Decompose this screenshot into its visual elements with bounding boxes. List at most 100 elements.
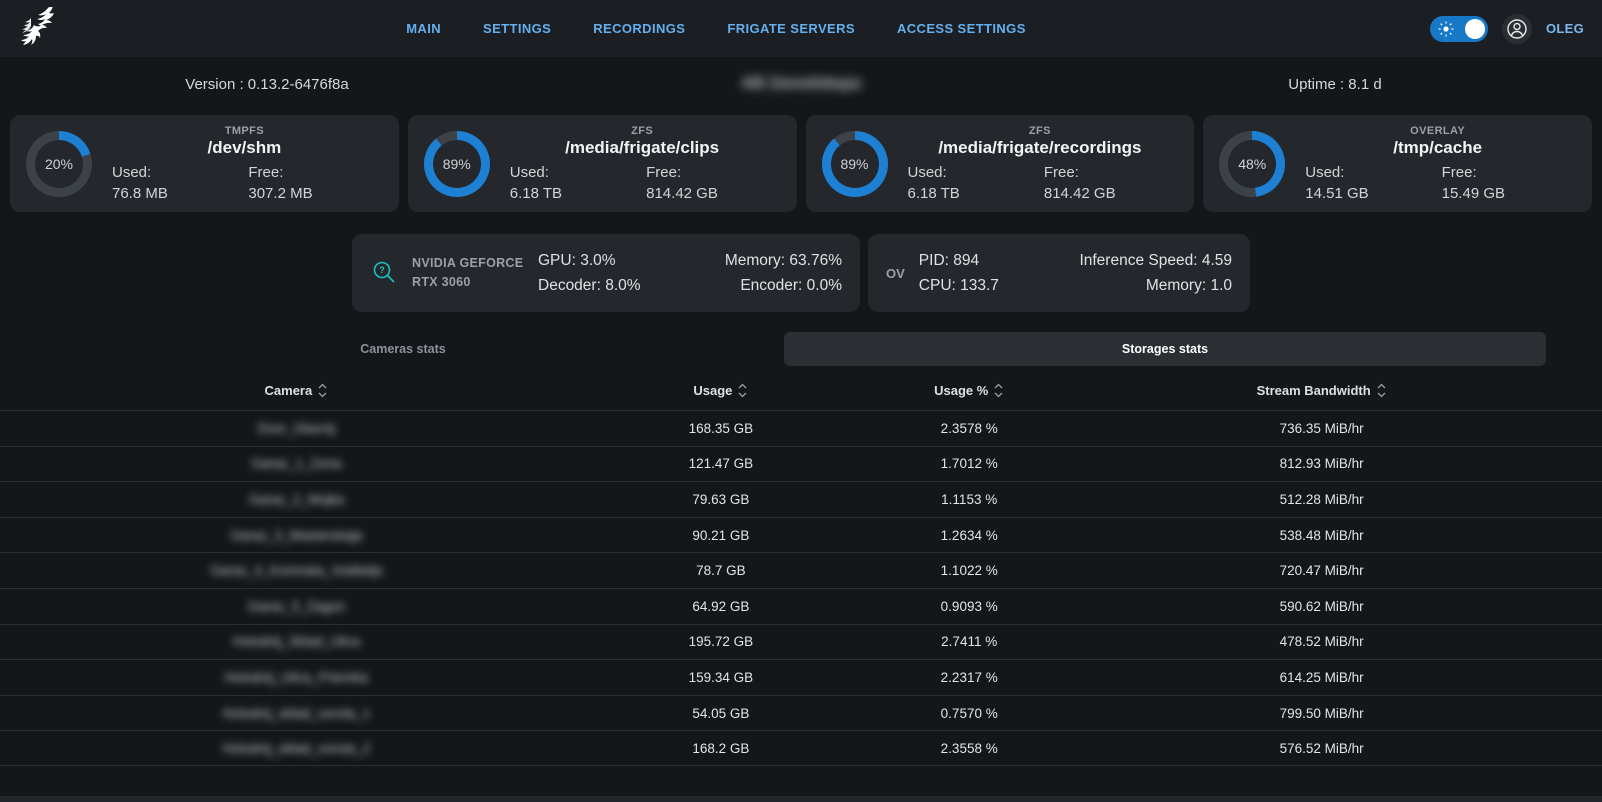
detector-stats-card: OV PID: 894 Inference Speed: 4.59 CPU: 1… (868, 234, 1250, 312)
usage-percent-cell: 0.9093 % (849, 599, 1089, 614)
donut-percent-label: 89% (433, 140, 481, 188)
camera-name-blurred: Holodnij_sklad_vorota_2 (0, 741, 593, 756)
storage-cards-row: 20% TMPFS /dev/shm Used: 76.8 MB Free: 3… (0, 115, 1602, 212)
usage-percent-cell: 2.7411 % (849, 634, 1089, 649)
gpu-usage-stat: GPU: 3.0% (538, 252, 690, 270)
fs-path-label: /dev/shm (106, 138, 383, 158)
column-header-usage[interactable]: Usage (593, 382, 849, 399)
fs-type-label: ZFS (504, 125, 781, 137)
detector-name-label: OV (886, 266, 905, 281)
fs-type-label: OVERLAY (1299, 125, 1576, 137)
usage-cell: 90.21 GB (593, 528, 849, 543)
detector-pid-stat: PID: 894 (919, 252, 1076, 270)
usage-percent-cell: 2.3578 % (849, 421, 1089, 436)
frigate-logo-icon (18, 7, 62, 53)
table-row: Garaz_3_Masterskaja90.21 GB1.2634 %538.4… (0, 517, 1602, 553)
column-label: Stream Bandwidth (1257, 383, 1371, 398)
free-value: 15.49 GB (1442, 185, 1570, 202)
sort-arrows-icon (993, 382, 1004, 399)
usage-percent-cell: 2.2317 % (849, 670, 1089, 685)
camera-name-blurred: Garaz_1_Zona (0, 456, 593, 471)
usage-percent-cell: 1.1022 % (849, 563, 1089, 578)
theme-toggle[interactable] (1430, 16, 1488, 42)
column-header-bandwidth[interactable]: Stream Bandwidth (1089, 382, 1554, 399)
free-label: Free: (248, 164, 376, 181)
bandwidth-cell: 538.48 MiB/hr (1089, 528, 1554, 543)
nav-settings[interactable]: SETTINGS (483, 21, 551, 36)
camera-name-blurred: Garaz_3_Masterskaja (0, 528, 593, 543)
storage-card-recordings: 89% ZFS /media/frigate/recordings Used: … (806, 115, 1195, 212)
donut-percent-label: 89% (831, 140, 879, 188)
user-menu-button[interactable] (1502, 14, 1532, 44)
server-title-blurred: AB Zavodskaya (741, 75, 860, 92)
table-row: Holodnij_Ulica_Priemka159.34 GB2.2317 %6… (0, 659, 1602, 695)
fs-type-label: ZFS (902, 125, 1179, 137)
usage-donut-chart: 89% (822, 131, 888, 197)
gpu-decoder-stat: Decoder: 8.0% (538, 277, 690, 295)
table-body: Dvor_Glavnij168.35 GB2.3578 %736.35 MiB/… (0, 410, 1602, 766)
column-label: Usage % (934, 383, 988, 398)
bandwidth-cell: 720.47 MiB/hr (1089, 563, 1554, 578)
username-label[interactable]: OLEG (1546, 21, 1584, 36)
gpu-memory-stat: Memory: 63.76% (690, 252, 842, 270)
version-label: Version : 0.13.2-6476f8a (0, 76, 534, 93)
free-label: Free: (1044, 164, 1172, 181)
gpu-encoder-stat: Encoder: 0.0% (690, 277, 842, 295)
column-header-camera[interactable]: Camera (0, 382, 593, 399)
fs-path-label: /media/frigate/clips (504, 138, 781, 158)
tab-cameras-stats[interactable]: Cameras stats (22, 332, 784, 366)
storage-card-tmpfs: 20% TMPFS /dev/shm Used: 76.8 MB Free: 3… (10, 115, 399, 212)
uptime-label: Uptime : 8.1 d (1068, 76, 1602, 93)
gpu-stats-card: ? NVIDIA GEFORCE RTX 3060 GPU: 3.0% Memo… (352, 234, 860, 312)
sort-arrows-icon (1376, 382, 1387, 399)
used-label: Used: (510, 164, 638, 181)
column-label: Usage (693, 383, 732, 398)
storage-card-cache: 48% OVERLAY /tmp/cache Used: 14.51 GB Fr… (1203, 115, 1592, 212)
usage-donut-chart: 20% (26, 131, 92, 197)
table-row: Holodnij_sklad_vorota_154.05 GB0.7570 %7… (0, 695, 1602, 731)
detector-inference-stat: Inference Speed: 4.59 (1075, 252, 1232, 270)
bandwidth-cell: 590.62 MiB/hr (1089, 599, 1554, 614)
used-label: Used: (1305, 164, 1433, 181)
nav-main[interactable]: MAIN (406, 21, 441, 36)
stats-tabs: Cameras stats Storages stats (22, 332, 1546, 366)
donut-percent-label: 48% (1228, 140, 1276, 188)
usage-cell: 168.35 GB (593, 421, 849, 436)
free-label: Free: (1442, 164, 1570, 181)
usage-percent-cell: 1.2634 % (849, 528, 1089, 543)
sun-icon (1438, 21, 1454, 37)
column-header-usage-percent[interactable]: Usage % (849, 382, 1089, 399)
usage-cell: 168.2 GB (593, 741, 849, 756)
usage-percent-cell: 1.1153 % (849, 492, 1089, 507)
bandwidth-cell: 812.93 MiB/hr (1089, 456, 1554, 471)
detector-cpu-stat: CPU: 133.7 (919, 277, 1076, 295)
usage-cell: 159.34 GB (593, 670, 849, 685)
magnifier-question-icon: ? (370, 259, 398, 287)
navbar-right-controls: OLEG (1430, 14, 1584, 44)
usage-percent-cell: 2.3558 % (849, 741, 1089, 756)
tab-storages-stats[interactable]: Storages stats (784, 332, 1546, 366)
free-value: 814.42 GB (1044, 185, 1172, 202)
free-value: 814.42 GB (646, 185, 774, 202)
bandwidth-cell: 512.28 MiB/hr (1089, 492, 1554, 507)
nav-frigate-servers[interactable]: FRIGATE SERVERS (727, 21, 855, 36)
used-value: 76.8 MB (112, 185, 240, 202)
fs-path-label: /tmp/cache (1299, 138, 1576, 158)
nav-recordings[interactable]: RECORDINGS (593, 21, 685, 36)
table-row: Dvor_Glavnij168.35 GB2.3578 %736.35 MiB/… (0, 410, 1602, 446)
svg-text:?: ? (379, 265, 385, 275)
used-label: Used: (908, 164, 1036, 181)
usage-donut-chart: 89% (424, 131, 490, 197)
nav-access-settings[interactable]: ACCESS SETTINGS (897, 21, 1026, 36)
top-navbar: MAIN SETTINGS RECORDINGS FRIGATE SERVERS… (0, 0, 1602, 57)
table-row: Garaz_2_Mojka79.63 GB1.1153 %512.28 MiB/… (0, 481, 1602, 517)
performance-cards-row: ? NVIDIA GEFORCE RTX 3060 GPU: 3.0% Memo… (0, 234, 1602, 312)
toggle-knob (1465, 19, 1485, 39)
usage-percent-cell: 0.7570 % (849, 706, 1089, 721)
bandwidth-cell: 576.52 MiB/hr (1089, 741, 1554, 756)
usage-cell: 64.92 GB (593, 599, 849, 614)
used-value: 6.18 TB (510, 185, 638, 202)
usage-percent-cell: 1.7012 % (849, 456, 1089, 471)
used-value: 6.18 TB (908, 185, 1036, 202)
table-row: Holodnij_Sklad_Ulica195.72 GB2.7411 %478… (0, 624, 1602, 660)
